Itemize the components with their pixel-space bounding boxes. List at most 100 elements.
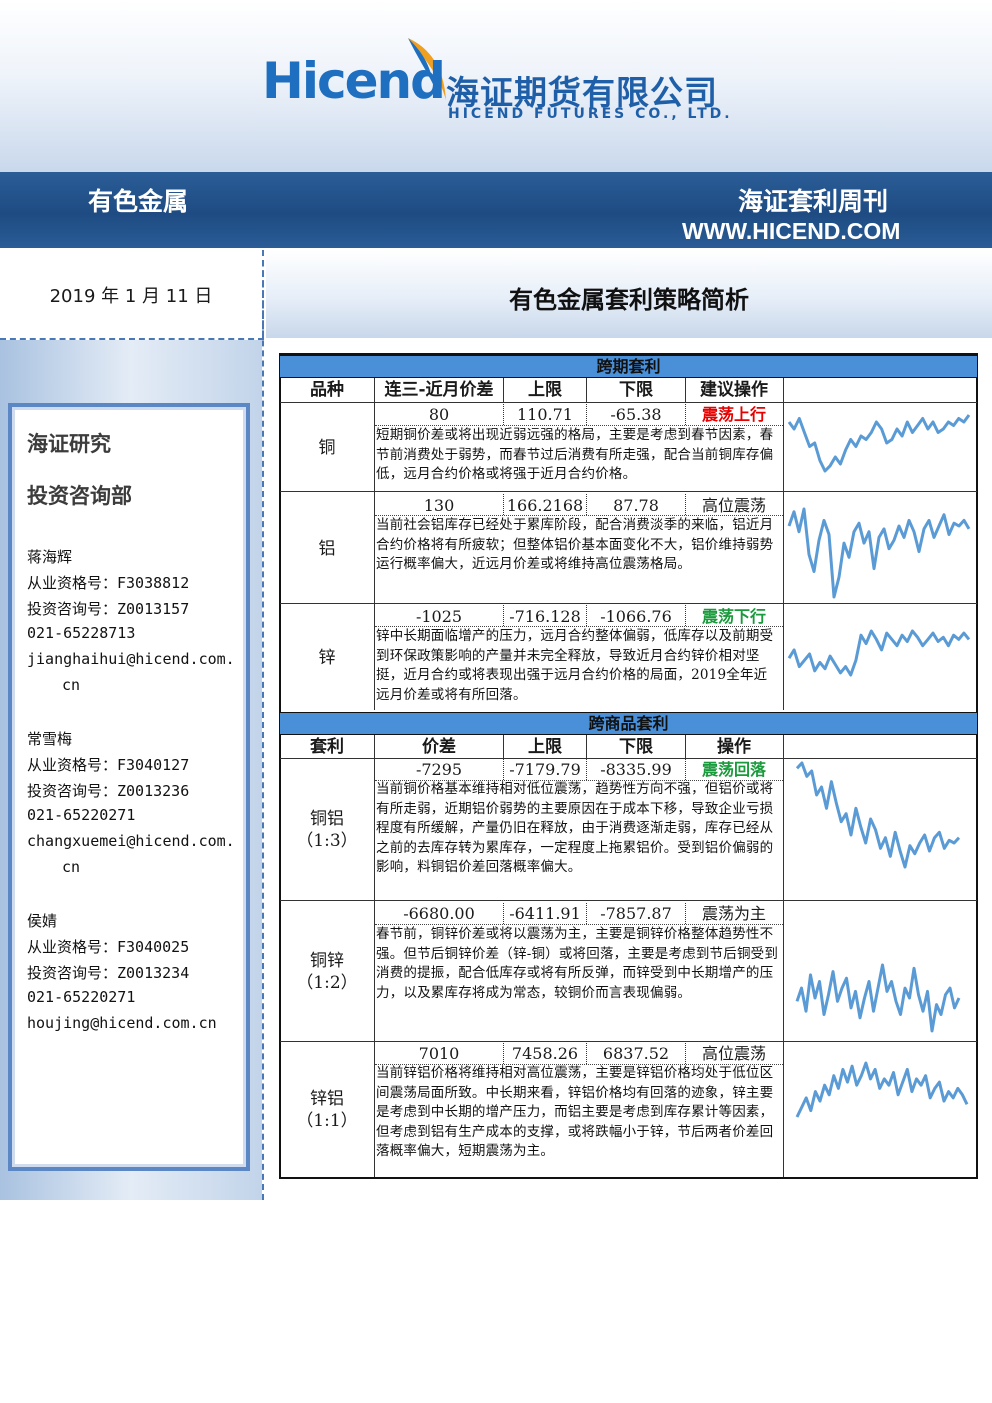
cell-divider bbox=[503, 759, 504, 780]
row-divider bbox=[280, 603, 977, 604]
pair-ratio: （1:1） bbox=[296, 1111, 358, 1131]
col-header-lower: 下限 bbox=[619, 380, 653, 400]
analyst-qualification: 从业资格号：F3038812 bbox=[27, 574, 190, 592]
variety-name: 铜 bbox=[318, 438, 336, 458]
col-divider bbox=[374, 378, 375, 710]
analyst-qualification: 从业资格号：F3040025 bbox=[27, 938, 190, 956]
cell-spread: -6680.00 bbox=[403, 904, 475, 923]
analyst-email[interactable]: jianghaihui@hicend.com. bbox=[27, 650, 235, 668]
col-divider bbox=[783, 378, 784, 710]
cell-lower: -65.38 bbox=[610, 405, 662, 424]
sparkline-copper-aluminum bbox=[795, 761, 961, 869]
analyst-consult-id: 投资咨询号：Z0013236 bbox=[27, 782, 190, 800]
cell-upper: -7179.79 bbox=[509, 760, 581, 779]
category-label: 有色金属 bbox=[88, 187, 189, 216]
cell-divider bbox=[685, 1043, 686, 1064]
col-divider bbox=[685, 378, 686, 402]
cell-lower: 87.78 bbox=[613, 496, 659, 515]
sparkline-series bbox=[787, 629, 971, 677]
cell-upper: 166.2168 bbox=[506, 496, 584, 515]
col-divider bbox=[783, 735, 784, 1177]
cell-action: 震荡回落 bbox=[701, 760, 766, 779]
col-header-lower: 下限 bbox=[619, 737, 653, 757]
sidebar-divider bbox=[262, 250, 264, 1200]
col-divider bbox=[374, 735, 375, 1177]
pair-ratio: （1:2） bbox=[296, 973, 358, 993]
analyst-phone: 021-65228713 bbox=[27, 624, 136, 642]
cell-action: 震荡下行 bbox=[701, 607, 766, 626]
analyst-email[interactable]: changxuemei@hicend.com. bbox=[27, 832, 235, 850]
cell-divider bbox=[685, 494, 686, 515]
cell-divider bbox=[586, 903, 587, 924]
sparkline-copper-zinc bbox=[795, 963, 961, 1033]
sparkline-series bbox=[795, 1061, 969, 1118]
col-divider bbox=[685, 735, 686, 758]
cell-upper: -6411.91 bbox=[509, 904, 581, 923]
analyst-email-cont[interactable]: cn bbox=[62, 858, 80, 876]
cell-divider bbox=[685, 903, 686, 924]
sparkline-series bbox=[795, 761, 961, 869]
cell-spread: 80 bbox=[428, 405, 450, 424]
section-header-intertemporal: 跨期套利 bbox=[280, 355, 977, 378]
col-header-upper: 上限 bbox=[528, 737, 562, 757]
analyst-phone: 021-65220271 bbox=[27, 988, 136, 1006]
col-header-pair: 套利 bbox=[310, 737, 344, 757]
website-link[interactable]: WWW.HICEND.COM bbox=[682, 218, 900, 245]
analyst-qualification: 从业资格号：F3040127 bbox=[27, 756, 190, 774]
logo-company-english: HICEND FUTURES CO., LTD. bbox=[448, 106, 733, 122]
dept-name: 海证研究 bbox=[27, 432, 111, 456]
col-header-spread: 价差 bbox=[422, 737, 456, 757]
cell-divider bbox=[586, 1043, 587, 1064]
cell-action: 震荡为主 bbox=[701, 904, 766, 923]
publication-name: 海证套利周刊 bbox=[738, 187, 889, 216]
sparkline-series bbox=[795, 963, 961, 1033]
analyst-consult-id: 投资咨询号：Z0013157 bbox=[27, 600, 190, 618]
pair-name: 锌铝 bbox=[310, 1089, 344, 1109]
cell-lower: -7857.87 bbox=[600, 904, 672, 923]
sparkline-aluminum bbox=[787, 507, 971, 599]
row-divider bbox=[280, 900, 977, 901]
col-divider bbox=[503, 735, 504, 758]
cell-divider bbox=[685, 404, 686, 425]
cell-divider bbox=[685, 605, 686, 626]
row-divider bbox=[280, 402, 977, 403]
sparkline-zinc bbox=[787, 629, 971, 677]
cell-spread: -7295 bbox=[415, 760, 463, 779]
analyst-email[interactable]: houjing@hicend.com.cn bbox=[27, 1014, 217, 1032]
cell-divider bbox=[586, 605, 587, 626]
analyst-email-cont[interactable]: cn bbox=[62, 676, 80, 694]
report-title: 有色金属套利策略简析 bbox=[509, 286, 749, 314]
col-header-spread: 连三-近月价差 bbox=[384, 380, 494, 400]
cell-upper: 7458.26 bbox=[511, 1044, 579, 1063]
logo-wordmark: Hicend bbox=[262, 52, 446, 110]
analysis-text: 春节前，铜锌价差或将以震荡为主，主要是铜锌价格整体趋势性不强。但节后铜锌价差（锌… bbox=[376, 926, 779, 1001]
col-divider bbox=[503, 378, 504, 402]
cell-divider bbox=[503, 404, 504, 425]
analysis-text: 锌中长期面临增产的压力，远月合约整体偏弱，低库存以及前期受到环保政策影响的产量并… bbox=[376, 628, 774, 703]
cell-spread: 7010 bbox=[418, 1044, 460, 1063]
cell-divider bbox=[503, 903, 504, 924]
sparkline-zinc-aluminum bbox=[795, 1061, 969, 1118]
cell-upper: -716.128 bbox=[509, 607, 581, 626]
cell-upper: 110.71 bbox=[517, 405, 573, 424]
cell-divider bbox=[503, 1043, 504, 1064]
row-divider bbox=[280, 491, 977, 492]
cell-action: 高位震荡 bbox=[701, 1044, 766, 1063]
cell-divider bbox=[586, 759, 587, 780]
report-date: 2019 年 1 月 11 日 bbox=[49, 286, 213, 307]
cell-spread: -1025 bbox=[415, 607, 463, 626]
cell-action: 震荡上行 bbox=[701, 405, 766, 424]
cell-lower: 6837.52 bbox=[602, 1044, 670, 1063]
row-divider bbox=[280, 1041, 977, 1042]
sparkline-series bbox=[787, 414, 971, 473]
section-header-intercommodity: 跨商品套利 bbox=[280, 712, 977, 735]
analyst-name: 侯婧 bbox=[27, 912, 58, 930]
pair-ratio: （1:3） bbox=[296, 831, 358, 851]
variety-name: 铝 bbox=[318, 539, 336, 559]
analyst-phone: 021-65220271 bbox=[27, 806, 136, 824]
cell-divider bbox=[685, 759, 686, 780]
pair-name: 铜锌 bbox=[310, 951, 344, 971]
sparkline-series bbox=[787, 507, 971, 599]
cell-divider bbox=[503, 494, 504, 515]
col-header-variety: 品种 bbox=[310, 380, 344, 400]
